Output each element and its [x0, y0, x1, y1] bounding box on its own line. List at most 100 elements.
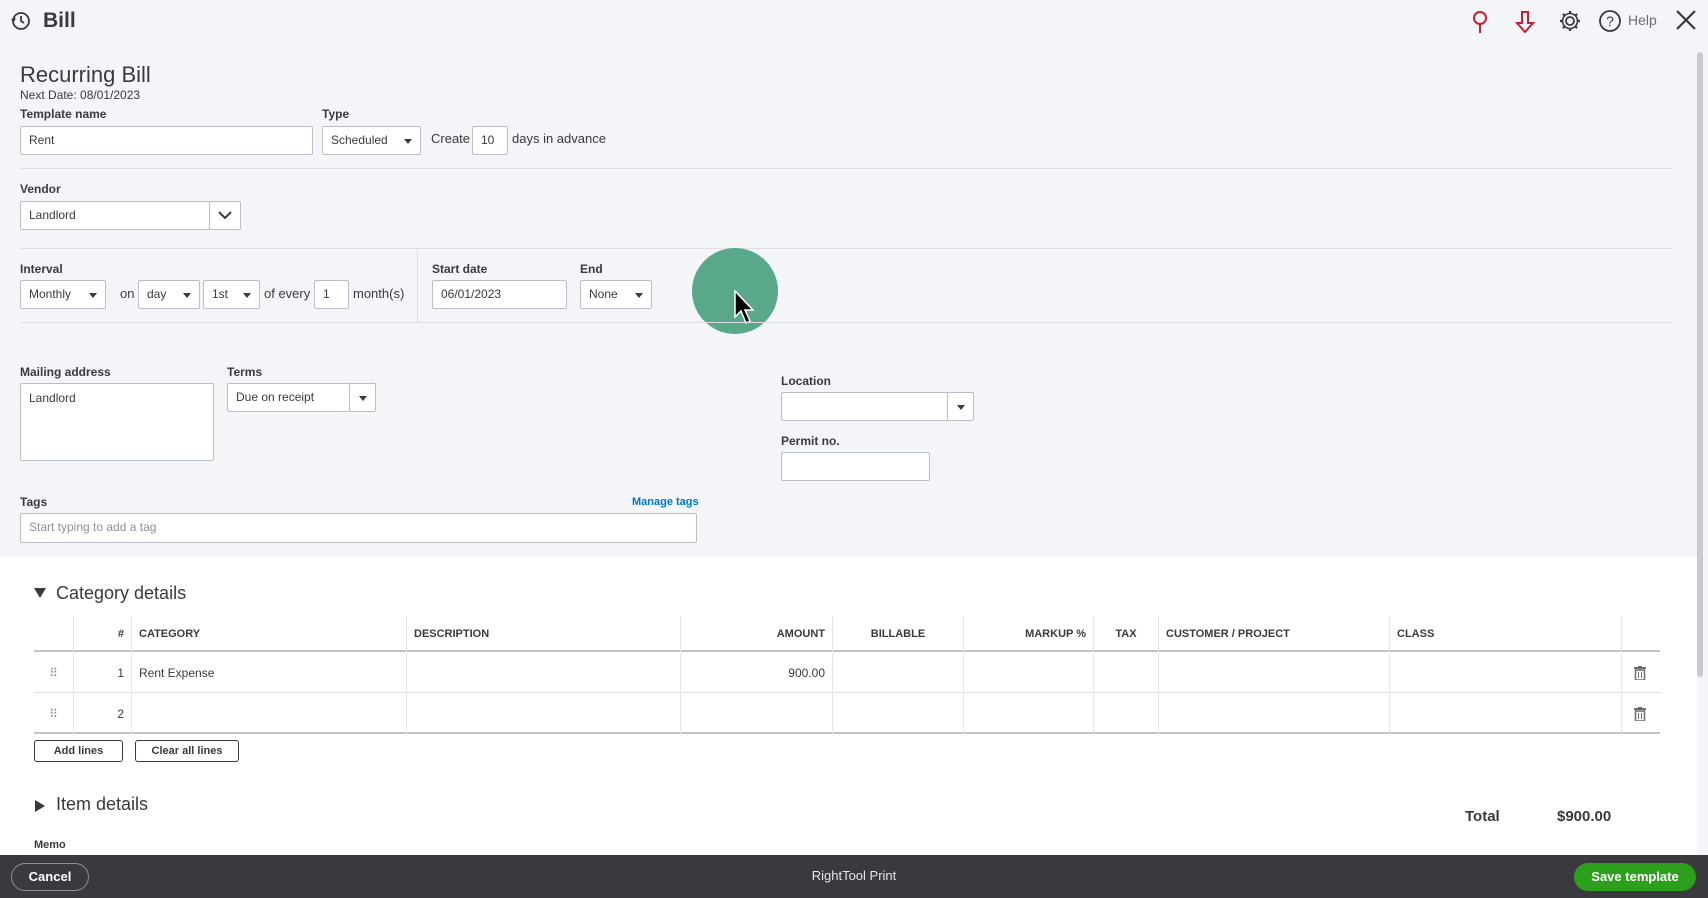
vendor-dropdown-button[interactable]: [209, 201, 241, 230]
save-template-button[interactable]: Save template: [1574, 863, 1696, 891]
type-select[interactable]: Scheduled: [322, 126, 421, 155]
triangle-down-icon[interactable]: [34, 588, 46, 598]
row-tax[interactable]: [1094, 653, 1159, 693]
recent-history-icon[interactable]: [10, 10, 32, 32]
location-input[interactable]: [781, 392, 949, 421]
scrollbar-thumb[interactable]: [1697, 52, 1703, 677]
location-dropdown-button[interactable]: [947, 392, 974, 421]
help-link[interactable]: Help: [1628, 12, 1657, 28]
interval-select[interactable]: Monthly: [20, 280, 106, 309]
add-lines-button[interactable]: Add lines: [34, 740, 123, 762]
triangle-right-icon[interactable]: [35, 800, 45, 812]
row-billable[interactable]: [833, 653, 964, 693]
months-label: month(s): [353, 286, 405, 301]
location-label: Location: [781, 374, 831, 388]
vendor-input[interactable]: Landlord: [20, 201, 210, 230]
on-select[interactable]: day: [138, 280, 200, 309]
column-header-class: CLASS: [1390, 616, 1622, 652]
permit-label: Permit no.: [781, 434, 840, 448]
table-row[interactable]: ⠿ 1 Rent Expense 900.00: [34, 653, 1660, 693]
every-input[interactable]: 1: [314, 280, 349, 309]
end-select[interactable]: None: [580, 280, 652, 309]
terms-dropdown-button[interactable]: [349, 383, 376, 412]
divider: [20, 322, 1673, 323]
divider: [20, 248, 1673, 249]
manage-tags-link[interactable]: Manage tags: [632, 496, 699, 508]
divider: [20, 168, 1673, 169]
page-title: Bill: [43, 9, 76, 32]
of-every-label: of every: [264, 286, 311, 301]
vertical-divider: [417, 250, 418, 322]
row-number: 1: [74, 653, 132, 693]
next-date-text: Next Date: 08/01/2023: [20, 88, 141, 102]
drag-handle-icon[interactable]: ⠿: [34, 694, 74, 734]
tags-label: Tags: [20, 495, 48, 509]
chevron-down-icon: [218, 210, 232, 220]
end-label: End: [580, 262, 603, 276]
mailing-address-label: Mailing address: [20, 365, 111, 379]
row-category[interactable]: [132, 694, 407, 734]
column-header-category: CATEGORY: [132, 616, 407, 652]
column-header-customer-project: CUSTOMER / PROJECT: [1159, 616, 1390, 652]
column-header-tax: TAX: [1094, 616, 1159, 652]
row-category[interactable]: Rent Expense: [132, 653, 407, 693]
row-class[interactable]: [1390, 653, 1622, 693]
column-header-number: #: [74, 616, 132, 652]
memo-label: Memo: [34, 839, 66, 851]
on-label: on: [120, 286, 135, 301]
trash-icon[interactable]: [1634, 707, 1646, 721]
form-heading: Recurring Bill: [20, 62, 151, 87]
gear-icon[interactable]: [1558, 9, 1582, 33]
row-description[interactable]: [407, 653, 681, 693]
type-label: Type: [322, 107, 350, 121]
row-amount[interactable]: 900.00: [681, 653, 833, 693]
category-table: # CATEGORY DESCRIPTION AMOUNT BILLABLE M…: [34, 616, 1660, 734]
start-date-label: Start date: [432, 262, 488, 276]
row-markup[interactable]: [964, 653, 1094, 693]
row-customer-project[interactable]: [1159, 653, 1390, 693]
row-amount[interactable]: [681, 694, 833, 734]
table-header: # CATEGORY DESCRIPTION AMOUNT BILLABLE M…: [34, 616, 1660, 652]
template-name-input[interactable]: Rent: [20, 126, 313, 155]
row-markup[interactable]: [964, 694, 1094, 734]
column-header-markup: MARKUP %: [964, 616, 1094, 652]
item-details-title[interactable]: Item details: [56, 794, 148, 815]
total-value: $900.00: [1557, 808, 1612, 825]
terms-input[interactable]: Due on receipt: [227, 383, 350, 412]
tags-input[interactable]: Start typing to add a tag: [20, 513, 697, 543]
download-arrow-icon[interactable]: [1515, 10, 1535, 34]
print-link[interactable]: RightTool Print: [0, 868, 1708, 883]
vendor-label: Vendor: [20, 182, 61, 196]
day-select[interactable]: 1st: [203, 280, 260, 309]
details-panel: Category details # CATEGORY DESCRIPTION …: [0, 557, 1697, 855]
column-header-description: DESCRIPTION: [407, 616, 681, 652]
close-icon[interactable]: [1675, 9, 1697, 31]
start-date-input[interactable]: 06/01/2023: [432, 280, 567, 309]
row-customer-project[interactable]: [1159, 694, 1390, 734]
row-class[interactable]: [1390, 694, 1622, 734]
help-icon[interactable]: ?: [1598, 9, 1622, 33]
trash-icon[interactable]: [1634, 666, 1646, 680]
row-tax[interactable]: [1094, 694, 1159, 734]
terms-label: Terms: [227, 365, 263, 379]
footer-bar: Cancel RightTool Print Save template: [0, 855, 1708, 898]
total-label: Total: [1465, 808, 1500, 825]
row-billable[interactable]: [833, 694, 964, 734]
create-days-input[interactable]: 10: [472, 126, 508, 155]
clear-all-lines-button[interactable]: Clear all lines: [135, 740, 239, 762]
category-details-title[interactable]: Category details: [56, 583, 186, 604]
column-header-amount: AMOUNT: [681, 616, 833, 652]
svg-text:?: ?: [1606, 13, 1614, 29]
row-description[interactable]: [407, 694, 681, 734]
column-header-drag: [34, 616, 74, 652]
interval-label: Interval: [20, 262, 63, 276]
table-row[interactable]: ⠿ 2: [34, 694, 1660, 734]
column-header-billable: BILLABLE: [833, 616, 964, 652]
mouse-cursor-icon: [734, 290, 756, 326]
pin-icon[interactable]: [1470, 10, 1490, 34]
row-number: 2: [74, 694, 132, 734]
drag-handle-icon[interactable]: ⠿: [34, 653, 74, 693]
create-label: Create: [431, 131, 471, 146]
mailing-address-textarea[interactable]: Landlord: [20, 383, 214, 461]
permit-input[interactable]: [781, 452, 930, 481]
